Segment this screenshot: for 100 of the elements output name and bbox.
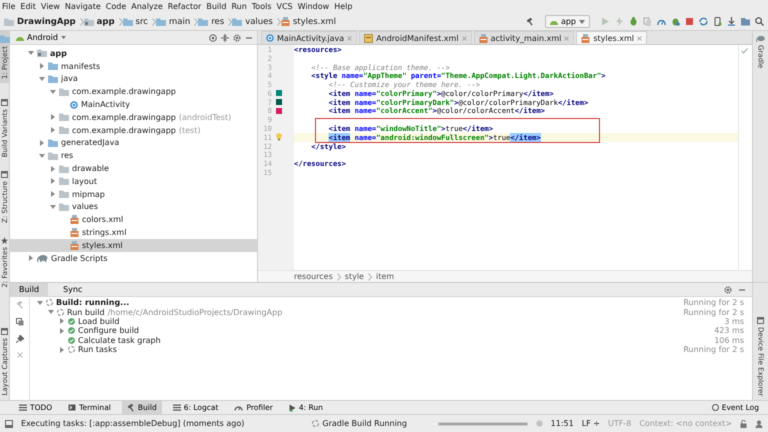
close-icon[interactable] bbox=[564, 36, 570, 40]
menu-item[interactable]: Run bbox=[231, 2, 247, 11]
tree-item[interactable]: mipmap bbox=[10, 188, 257, 201]
caret-icon[interactable] bbox=[38, 63, 44, 70]
breadcrumb-item[interactable]: app bbox=[84, 16, 115, 26]
menu-item[interactable]: Refactor bbox=[168, 2, 202, 11]
tree-item[interactable]: MainActivity bbox=[10, 98, 257, 111]
close-icon[interactable] bbox=[16, 352, 22, 358]
editor-tab[interactable]: styles.xml bbox=[576, 31, 647, 44]
caret-position[interactable]: 11:51 bbox=[550, 419, 574, 428]
target-icon[interactable] bbox=[209, 34, 217, 42]
caret-icon[interactable] bbox=[50, 178, 56, 184]
close-icon[interactable] bbox=[462, 36, 467, 40]
menu-item[interactable]: Window bbox=[298, 2, 330, 11]
bug-icon[interactable] bbox=[629, 17, 638, 26]
caret-icon[interactable] bbox=[38, 152, 44, 159]
download-icon[interactable] bbox=[727, 17, 736, 26]
tree-item[interactable]: generatedJava bbox=[10, 136, 257, 150]
caret-icon[interactable] bbox=[58, 346, 64, 353]
build-time: Running for 2 s bbox=[683, 298, 744, 308]
tree-item[interactable]: drawable bbox=[10, 162, 257, 175]
tree-item[interactable]: layout bbox=[10, 174, 257, 188]
caret-icon[interactable] bbox=[28, 50, 34, 56]
breadcrumb-item[interactable]: DrawingApp bbox=[4, 16, 76, 26]
breadcrumb-item[interactable]: values bbox=[232, 16, 273, 26]
hammer-icon[interactable] bbox=[526, 18, 534, 26]
color-swatch-icon[interactable] bbox=[276, 108, 282, 114]
tree-item[interactable]: manifests bbox=[10, 60, 257, 73]
run-config-dropdown[interactable]: app bbox=[544, 15, 590, 28]
chevron-icon bbox=[336, 272, 341, 280]
pin-icon[interactable] bbox=[16, 335, 24, 343]
caret-icon[interactable] bbox=[50, 204, 56, 210]
item-label: values bbox=[72, 202, 98, 212]
gear-icon[interactable] bbox=[233, 34, 241, 42]
copy-icon[interactable] bbox=[16, 318, 24, 326]
breadcrumb-item[interactable]: src bbox=[122, 16, 148, 26]
menu-item[interactable]: View bbox=[40, 2, 60, 11]
search-icon[interactable] bbox=[755, 17, 764, 26]
caret-icon[interactable] bbox=[28, 255, 34, 262]
person-icon[interactable] bbox=[755, 420, 763, 428]
view-dropdown[interactable]: Android bbox=[16, 33, 66, 42]
menu-item[interactable]: File bbox=[2, 2, 16, 11]
collapse-icon[interactable] bbox=[221, 34, 229, 42]
stop-icon[interactable] bbox=[685, 17, 694, 26]
tree-item[interactable]: values bbox=[10, 200, 257, 214]
breadcrumb-item[interactable]: style bbox=[344, 272, 364, 281]
tree-item[interactable]: com.example.drawingapp bbox=[10, 85, 257, 98]
tree-item[interactable]: Gradle Scripts bbox=[10, 252, 257, 265]
tree-item[interactable]: styles.xml bbox=[10, 238, 257, 252]
close-icon[interactable] bbox=[637, 36, 642, 40]
editor-tab[interactable]: AndroidManifest.xml bbox=[359, 31, 472, 44]
caret-icon[interactable] bbox=[38, 76, 44, 82]
breadcrumb-item[interactable]: res bbox=[198, 16, 224, 26]
gauge-icon[interactable] bbox=[657, 17, 666, 26]
menu-item[interactable]: Analyze bbox=[131, 2, 163, 11]
caret-icon[interactable] bbox=[58, 328, 64, 334]
menu-item[interactable]: Tools bbox=[252, 2, 272, 11]
tree-item[interactable]: app bbox=[10, 47, 257, 60]
line-separator[interactable]: LF ÷ bbox=[582, 419, 600, 428]
caret-icon[interactable] bbox=[50, 166, 56, 172]
caret-icon[interactable] bbox=[48, 309, 54, 316]
panel-icon[interactable] bbox=[5, 420, 13, 428]
tree-item[interactable]: com.example.drawingapp (test) bbox=[10, 124, 257, 137]
caret-icon[interactable] bbox=[36, 300, 42, 306]
folder-icon[interactable] bbox=[741, 17, 750, 26]
tree-item[interactable]: res bbox=[10, 149, 257, 162]
color-swatch-icon[interactable] bbox=[276, 90, 282, 96]
caret-icon[interactable] bbox=[50, 88, 56, 95]
lock-icon[interactable] bbox=[740, 420, 747, 428]
menu-item[interactable]: Edit bbox=[20, 2, 36, 11]
breadcrumb-item[interactable]: item bbox=[376, 272, 394, 281]
caret-icon[interactable] bbox=[38, 140, 44, 146]
tree-item[interactable]: com.example.drawingapp (androidTest) bbox=[10, 110, 257, 124]
tree-item[interactable]: java bbox=[10, 72, 257, 86]
breadcrumb-item[interactable]: main bbox=[156, 16, 190, 26]
editor-tab[interactable]: activity_main.xml bbox=[474, 31, 574, 44]
caret-icon[interactable] bbox=[58, 318, 64, 324]
caret-icon[interactable] bbox=[50, 127, 56, 134]
gear-icon[interactable] bbox=[724, 286, 732, 294]
bug-icon[interactable] bbox=[671, 17, 680, 26]
menu-item[interactable]: VCS bbox=[276, 2, 293, 11]
menu-item[interactable]: Build bbox=[206, 2, 226, 11]
editor-tab[interactable]: MainActivity.java bbox=[261, 31, 358, 44]
caret-icon[interactable] bbox=[50, 191, 56, 198]
task-label[interactable]: Gradle Build Running bbox=[322, 419, 407, 428]
panel-tab[interactable]: Build bbox=[10, 282, 48, 296]
panel-tab[interactable]: Sync bbox=[54, 282, 92, 296]
phone-icon[interactable] bbox=[713, 17, 722, 26]
bulb-icon[interactable] bbox=[276, 133, 282, 142]
caret-icon[interactable] bbox=[50, 114, 56, 120]
breadcrumb-item[interactable]: styles.xml bbox=[280, 16, 336, 26]
tree-item[interactable]: colors.xml bbox=[10, 213, 257, 226]
menu-item[interactable]: Navigate bbox=[64, 2, 101, 11]
menu-item[interactable]: Help bbox=[334, 2, 352, 11]
breadcrumb-item[interactable]: resources bbox=[294, 272, 333, 281]
menu-item[interactable]: Code bbox=[106, 2, 126, 11]
sync-icon[interactable] bbox=[699, 17, 708, 26]
tree-item[interactable]: strings.xml bbox=[10, 226, 257, 239]
color-swatch-icon[interactable] bbox=[276, 99, 282, 106]
close-icon[interactable] bbox=[347, 36, 352, 40]
